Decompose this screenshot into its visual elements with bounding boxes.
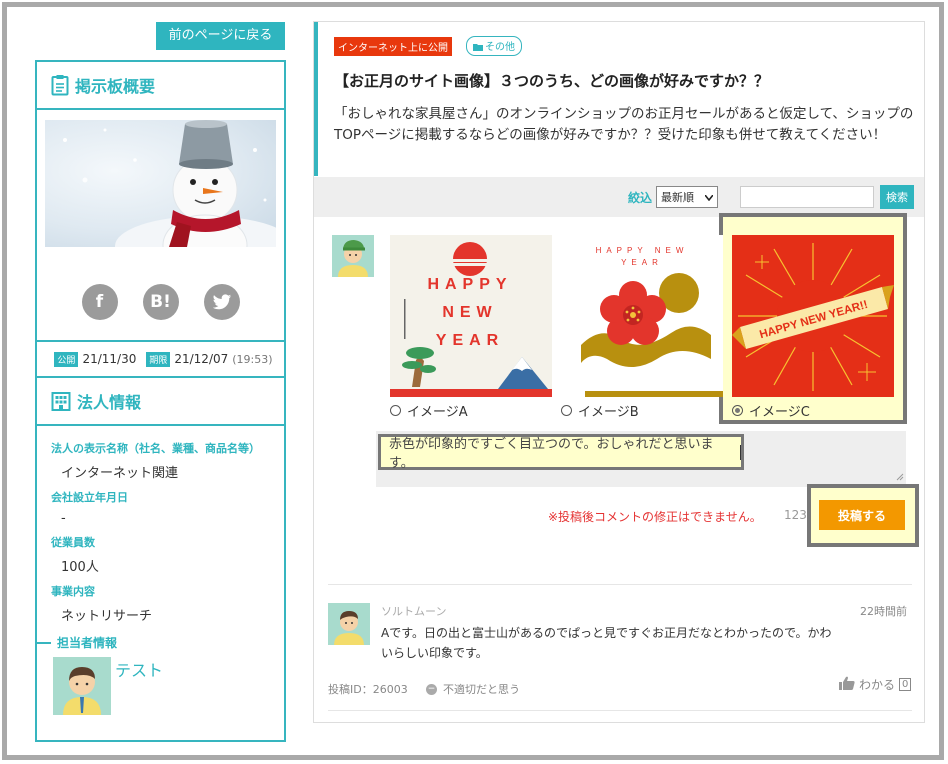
clipboard-icon (51, 74, 69, 96)
overview-header: 掲示板概要 (37, 62, 284, 110)
corp-value-employees: 100人 (61, 560, 99, 575)
option-a-radio[interactable] (390, 405, 401, 416)
corp-panel: 法人情報 法人の表示名称（社名、業種、商品名等） インターネット関連 会社設立年… (35, 378, 286, 742)
corp-value-business: ネットリサーチ (61, 609, 153, 624)
like-label: わかる (859, 678, 896, 692)
option-c-label: イメージC (749, 405, 810, 420)
contact-avatar (53, 657, 111, 715)
option-a-radio-row[interactable]: イメージA (390, 401, 552, 420)
deadline-date: 21/12/07 (174, 352, 229, 366)
svg-text:YEAR: YEAR (621, 258, 663, 267)
filter-label: 絞込 (627, 190, 652, 205)
facebook-share-button[interactable]: f (81, 284, 118, 320)
comment-text-highlight: 赤色が印象的ですごく目立つので。おしゃれだと思います。 (378, 434, 744, 471)
corp-header: 法人情報 (37, 378, 284, 426)
overview-panel: 掲示板概要 f B! 公開 21/11/30 期限 21/12/07 (19:5… (35, 60, 286, 378)
building-icon (51, 391, 71, 411)
corp-info: 法人の表示名称（社名、業種、商品名等） インターネット関連 会社設立年月日 - … (37, 426, 284, 715)
sort-select[interactable]: 最新順 (656, 186, 718, 208)
board-main: インターネット上に公開 その他 【お正月のサイト画像】３つのうち、どの画像が好み… (313, 21, 925, 723)
option-c-image: HAPPY NEW YEAR!! (732, 235, 894, 397)
question-description: 「おしゃれな家具屋さん」のオンラインショップのお正月セールがあると仮定して、ショ… (334, 106, 914, 143)
option-b-image: HAPPY NEW YEAR (561, 235, 723, 397)
corp-label-employees: 従業員数 (51, 536, 95, 549)
text-cursor (740, 444, 741, 460)
contact-title: 担当者情報 (37, 634, 284, 651)
corp-label-founded: 会社設立年月日 (51, 491, 128, 504)
comment-author[interactable]: ソルトムーン (381, 603, 446, 619)
my-avatar (332, 235, 374, 277)
option-a-image: HAPPY NEW YEAR (390, 235, 552, 397)
back-button[interactable]: 前のページに戻る (156, 22, 285, 50)
comment-input-text: 赤色が印象的ですごく目立つので。おしゃれだと思います。 (389, 437, 714, 471)
overview-title: 掲示板概要 (75, 77, 156, 96)
share-buttons: f B! (37, 284, 284, 320)
option-c-radio[interactable] (732, 405, 743, 416)
twitter-icon (212, 293, 231, 309)
option-c-radio-row[interactable]: イメージC (732, 401, 894, 420)
twitter-share-button[interactable] (203, 284, 240, 320)
board-dates: 公開 21/11/30 期限 21/12/07 (19:53) (37, 340, 284, 376)
question-header: インターネット上に公開 その他 【お正月のサイト画像】３つのうち、どの画像が好み… (314, 22, 924, 176)
publish-date: 21/11/30 (82, 352, 137, 366)
corp-value-founded: - (61, 511, 66, 526)
option-b-radio-row[interactable]: イメージB (561, 401, 723, 420)
divider (328, 584, 912, 585)
comment-text: Aです。日の出と富士山があるのでぱっと見ですぐお正月だなとわかったので。かわいら… (381, 626, 832, 660)
category-badge[interactable]: その他 (466, 36, 522, 56)
option-a-label: イメージA (407, 405, 468, 420)
char-count: 123 (784, 508, 807, 522)
comment-post-id: 投稿ID：26003 (328, 683, 408, 696)
contact-row: テスト (53, 657, 284, 715)
board-image-snowman (45, 120, 276, 247)
corp-title: 法人情報 (77, 393, 142, 412)
post-button-highlight: 投稿する (807, 484, 919, 547)
option-a[interactable]: HAPPY NEW YEAR イメージA (390, 235, 552, 420)
filter-bar: 絞込 最新順 検索 (314, 177, 924, 217)
report-button[interactable]: − 不適切だと思う (426, 681, 520, 697)
thumbs-up-icon (839, 676, 855, 693)
divider-bottom (328, 710, 912, 711)
search-button[interactable]: 検索 (880, 185, 914, 209)
svg-text:HAPPY NEW: HAPPY NEW (596, 246, 689, 255)
commenter-avatar (328, 603, 370, 645)
comment-textarea[interactable]: 赤色が印象的ですごく目立つので。おしゃれだと思います。 (376, 431, 906, 487)
corp-label-business: 事業内容 (51, 585, 95, 598)
comment-time: 22時間前 (860, 605, 907, 618)
question-title: 【お正月のサイト画像】３つのうち、どの画像が好みですか？？ (334, 72, 770, 90)
option-b-radio[interactable] (561, 405, 572, 416)
like-button[interactable]: わかる 0 (839, 676, 912, 693)
search-input[interactable] (740, 186, 874, 208)
report-label: 不適切だと思う (443, 683, 520, 696)
deadline-time: (19:53) (232, 352, 273, 366)
hatena-share-button[interactable]: B! (142, 284, 179, 320)
edit-warning: ※投稿後コメントの修正はできません。 (548, 510, 762, 524)
corp-value-name: インターネット関連 (61, 466, 179, 481)
like-count: 0 (899, 678, 912, 691)
resize-handle-icon[interactable] (896, 466, 904, 485)
deadline-tag: 期限 (146, 351, 171, 367)
chevron-down-icon (704, 191, 714, 204)
sort-value: 最新順 (661, 191, 694, 204)
option-b-label: イメージB (578, 405, 639, 420)
public-badge: インターネット上に公開 (334, 37, 452, 56)
svg-text:HAPPY: HAPPY (427, 276, 512, 293)
svg-text:NEW: NEW (442, 304, 497, 321)
svg-text:YEAR: YEAR (436, 332, 504, 349)
minus-circle-icon: − (426, 683, 437, 695)
contact-name[interactable]: テスト (115, 657, 163, 715)
publish-tag: 公開 (54, 351, 79, 367)
corp-label-name: 法人の表示名称（社名、業種、商品名等） (51, 442, 260, 455)
folder-icon (473, 43, 483, 54)
post-button[interactable]: 投稿する (819, 500, 905, 530)
category-label: その他 (485, 42, 515, 53)
option-c[interactable]: HAPPY NEW YEAR!! イメージC (732, 235, 894, 420)
option-b[interactable]: HAPPY NEW YEAR イメージB (561, 235, 723, 420)
